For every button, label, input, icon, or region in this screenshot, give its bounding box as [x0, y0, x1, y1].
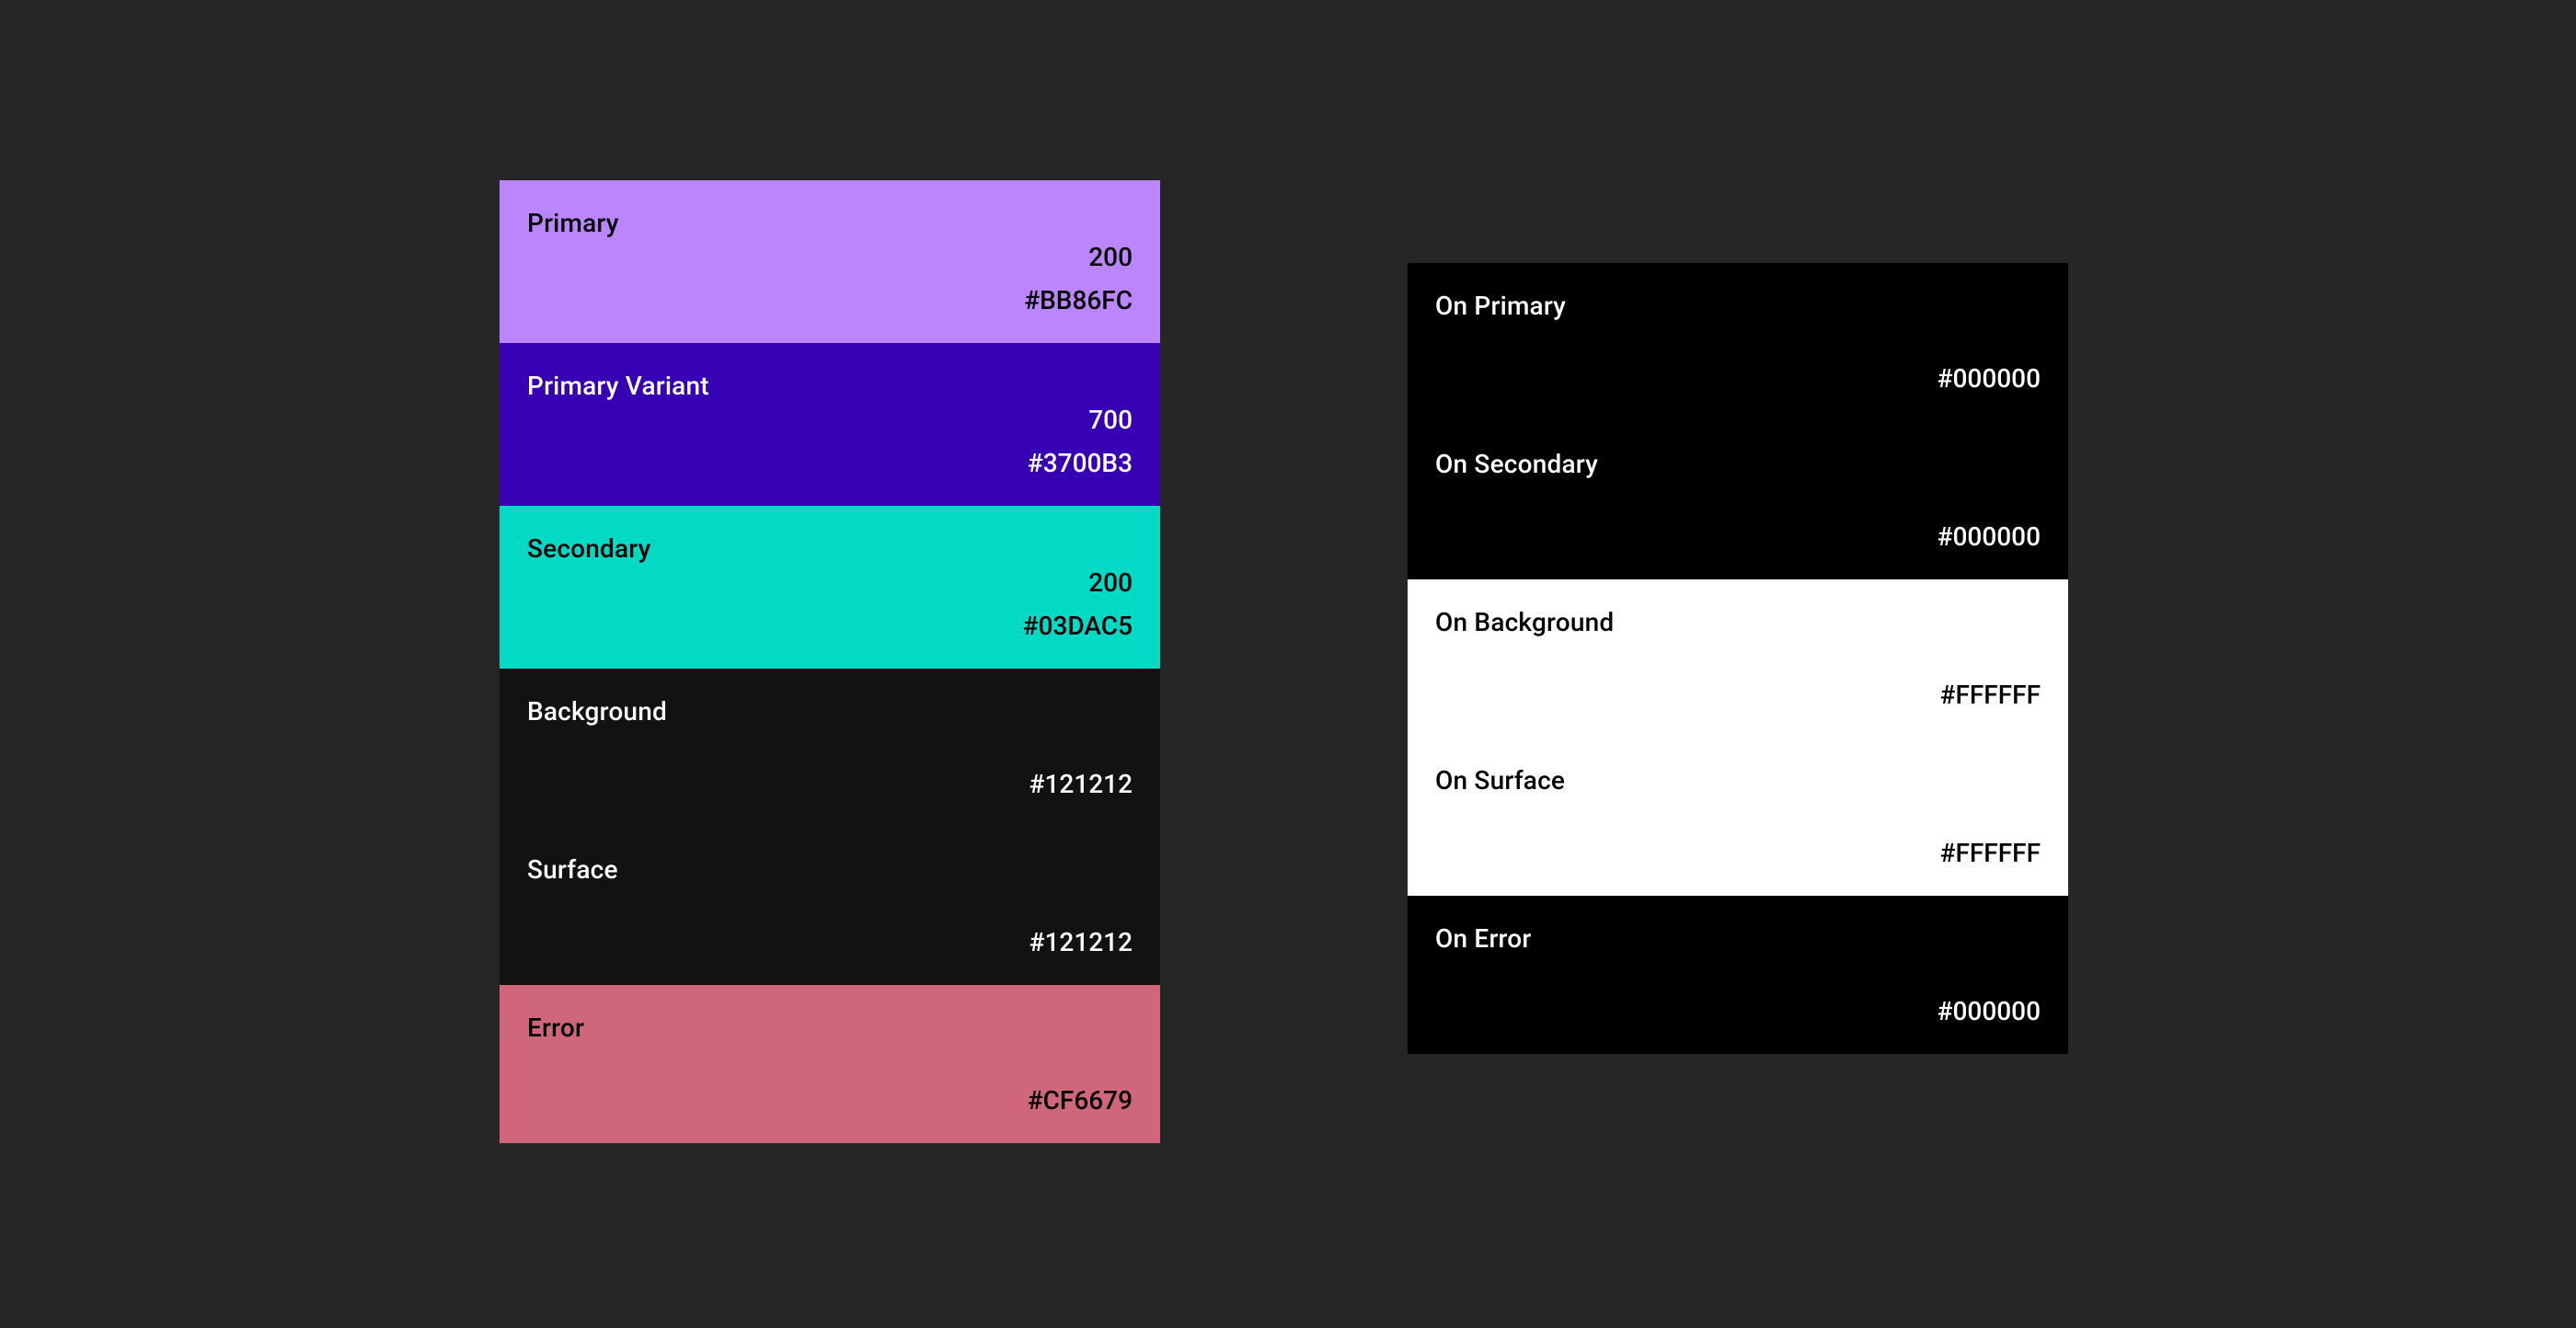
swatch-shade: 200 — [527, 242, 1133, 272]
swatch-hex: #CF6679 — [527, 1085, 1133, 1116]
swatch-label: Primary — [527, 208, 1133, 238]
swatch-hex: #121212 — [527, 769, 1133, 799]
swatch-on-primary: On Primary #000000 — [1408, 263, 2068, 421]
swatch-label: On Surface — [1435, 765, 2041, 796]
swatch-on-surface: On Surface #FFFFFF — [1408, 738, 2068, 896]
swatch-label: Error — [527, 1013, 1133, 1043]
swatch-hex: #3700B3 — [527, 448, 1133, 478]
swatch-label: On Background — [1435, 607, 2041, 637]
swatch-error: Error #CF6679 — [500, 985, 1160, 1143]
swatch-label: Primary Variant — [527, 371, 1133, 401]
swatch-hex: #000000 — [1435, 996, 2041, 1026]
swatch-label: Background — [527, 696, 1133, 727]
swatch-hex: #FFFFFF — [1435, 838, 2041, 868]
swatch-label: Secondary — [527, 533, 1133, 564]
swatch-hex: #FFFFFF — [1435, 680, 2041, 710]
swatch-label: Surface — [527, 854, 1133, 885]
swatch-primary-variant: Primary Variant 700 #3700B3 — [500, 343, 1160, 506]
swatch-surface: Surface #121212 — [500, 827, 1160, 985]
swatch-on-background: On Background #FFFFFF — [1408, 579, 2068, 738]
swatch-label: On Secondary — [1435, 449, 2041, 479]
swatch-hex: #000000 — [1435, 521, 2041, 552]
swatch-hex: #000000 — [1435, 363, 2041, 394]
swatch-primary: Primary 200 #BB86FC — [500, 180, 1160, 343]
base-color-palette: Primary 200 #BB86FC Primary Variant 700 … — [500, 180, 1160, 1143]
swatch-hex: #03DAC5 — [527, 611, 1133, 641]
swatch-label: On Primary — [1435, 291, 2041, 321]
swatch-shade: 200 — [527, 567, 1133, 598]
swatch-label: On Error — [1435, 923, 2041, 954]
swatch-shade: 700 — [527, 405, 1133, 435]
swatch-hex: #BB86FC — [527, 285, 1133, 315]
swatch-background: Background #121212 — [500, 669, 1160, 827]
on-color-palette: On Primary #000000 On Secondary #000000 … — [1408, 263, 2068, 1054]
swatch-on-error: On Error #000000 — [1408, 896, 2068, 1054]
swatch-hex: #121212 — [527, 927, 1133, 957]
swatch-secondary: Secondary 200 #03DAC5 — [500, 506, 1160, 669]
swatch-on-secondary: On Secondary #000000 — [1408, 421, 2068, 579]
